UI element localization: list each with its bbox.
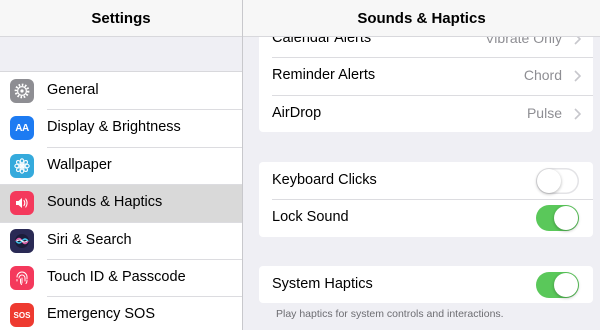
toggle-knob <box>537 169 561 193</box>
row-label: Keyboard Clicks <box>272 172 377 188</box>
toggle-knob <box>554 206 578 231</box>
sidebar-item-display-brightness[interactable]: AA Display & Brightness <box>0 109 242 147</box>
sidebar-item-label: Emergency SOS <box>47 306 155 323</box>
settings-menu: General AA Display & Brightness Wallpape… <box>0 71 242 330</box>
sos-icon-glyph: SOS <box>13 310 31 320</box>
text-size-icon-glyph: AA <box>15 122 29 134</box>
sidebar-item-label: Display & Brightness <box>47 119 181 136</box>
sidebar-nav-bar: Settings <box>0 0 242 37</box>
chevron-right-icon <box>574 108 581 120</box>
sound-toggles-group: Keyboard Clicks Lock Sound <box>259 162 593 237</box>
airdrop-row[interactable]: AirDrop Pulse <box>259 94 593 132</box>
system-haptics-toggle[interactable] <box>536 272 579 298</box>
text-size-icon: AA <box>10 116 34 141</box>
haptics-footnote: Play haptics for system controls and int… <box>276 308 504 320</box>
sidebar-item-siri-search[interactable]: Siri & Search <box>0 221 242 259</box>
sidebar-item-general[interactable]: General <box>0 72 242 110</box>
settings-sidebar: Settings General AA Display & Brightness <box>0 0 242 330</box>
siri-icon <box>10 228 34 253</box>
detail-nav-bar: Sounds & Haptics <box>243 0 600 37</box>
lock-sound-toggle[interactable] <box>536 205 579 232</box>
row-label: Reminder Alerts <box>272 67 376 84</box>
detail-title: Sounds & Haptics <box>357 9 486 27</box>
flower-icon <box>10 153 34 178</box>
sidebar-item-label: Sounds & Haptics <box>47 194 163 211</box>
sidebar-item-sounds-haptics[interactable]: Sounds & Haptics <box>0 184 242 222</box>
system-haptics-row: System Haptics <box>259 266 593 303</box>
sos-icon: SOS <box>10 303 34 328</box>
reminder-alerts-row[interactable]: Reminder Alerts Chord <box>259 57 593 94</box>
sidebar-item-emergency-sos[interactable]: SOS Emergency SOS <box>0 296 242 330</box>
sidebar-item-wallpaper[interactable]: Wallpaper <box>0 146 242 185</box>
lock-sound-row: Lock Sound <box>259 199 593 236</box>
sounds-haptics-pane: Sounds & Haptics Calendar Alerts Vibrate… <box>243 0 600 330</box>
sidebar-item-label: General <box>47 82 99 98</box>
sidebar-item-label: Touch ID & Passcode <box>47 268 186 285</box>
keyboard-clicks-row: Keyboard Clicks <box>259 162 593 199</box>
sidebar-item-label: Siri & Search <box>47 231 132 248</box>
row-label: AirDrop <box>272 104 322 121</box>
keyboard-clicks-toggle[interactable] <box>536 168 579 194</box>
sidebar-item-label: Wallpaper <box>47 156 112 173</box>
row-label: Lock Sound <box>272 209 349 226</box>
toggle-knob <box>554 273 578 297</box>
row-value: Pulse <box>526 104 562 121</box>
speaker-icon <box>10 191 34 216</box>
row-value: Chord <box>523 67 562 84</box>
sidebar-item-touch-id-passcode[interactable]: Touch ID & Passcode <box>0 258 242 297</box>
gear-icon <box>10 79 34 103</box>
row-label: System Haptics <box>272 276 373 292</box>
chevron-right-icon <box>574 70 581 82</box>
haptics-group: System Haptics <box>259 266 593 304</box>
fingerprint-icon <box>10 265 34 290</box>
sidebar-title: Settings <box>91 9 151 27</box>
